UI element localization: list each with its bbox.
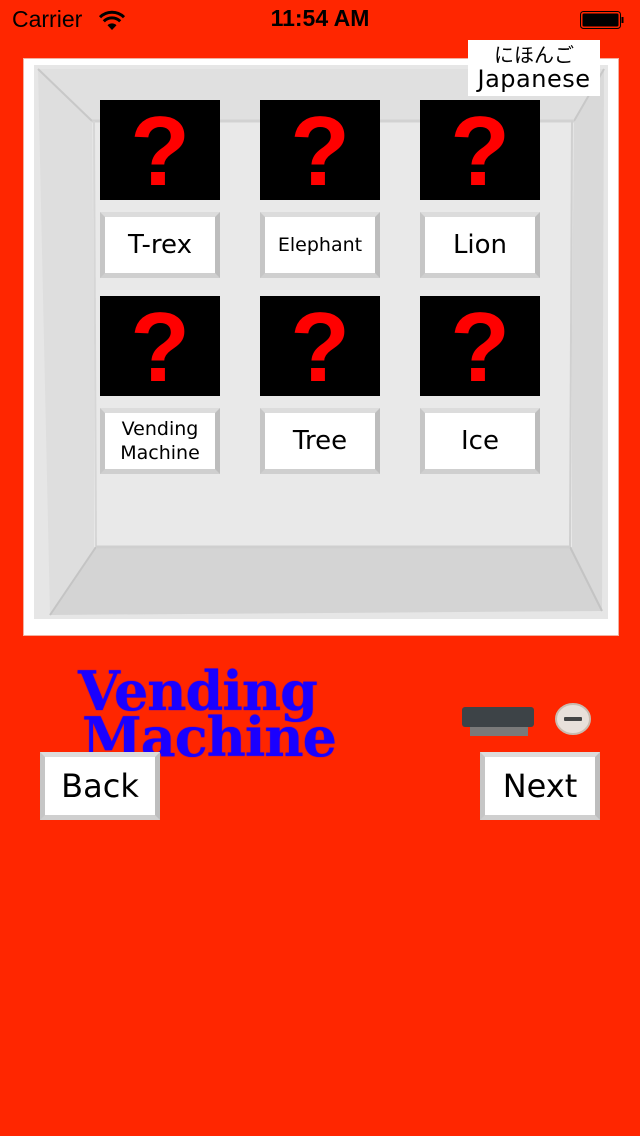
language-japanese-label: にほんご <box>494 43 574 67</box>
item-slot: ? Elephant <box>260 100 380 278</box>
language-english-label: Japanese <box>477 65 591 93</box>
item-image-unknown[interactable]: ? <box>260 100 380 200</box>
question-mark-icon: ? <box>130 96 190 206</box>
question-mark-icon: ? <box>450 96 510 206</box>
item-slot: ? T-rex <box>100 100 220 278</box>
item-slot: ? Tree <box>260 296 380 474</box>
vending-machine-logo: Vending Machine <box>78 664 368 764</box>
item-slot: ? Ice <box>420 296 540 474</box>
item-image-unknown[interactable]: ? <box>420 100 540 200</box>
item-image-unknown[interactable]: ? <box>420 296 540 396</box>
item-image-unknown[interactable]: ? <box>100 296 220 396</box>
question-mark-icon: ? <box>290 96 350 206</box>
clock: 11:54 AM <box>270 5 370 31</box>
item-image-unknown[interactable]: ? <box>100 100 220 200</box>
coin-icon[interactable] <box>554 702 592 736</box>
item-image-unknown[interactable]: ? <box>260 296 380 396</box>
item-button-lion[interactable]: Lion <box>420 212 540 278</box>
battery-icon <box>580 11 624 29</box>
status-bar: Carrier 11:54 AM <box>0 0 640 40</box>
coin-slot-icon <box>462 707 534 736</box>
question-mark-icon: ? <box>290 292 350 402</box>
item-button-elephant[interactable]: Elephant <box>260 212 380 278</box>
question-mark-icon: ? <box>450 292 510 402</box>
item-button-vending-machine[interactable]: Vending Machine <box>100 408 220 474</box>
item-button-t-rex[interactable]: T-rex <box>100 212 220 278</box>
language-toggle-button[interactable]: にほんご Japanese <box>468 40 600 96</box>
next-button[interactable]: Next <box>480 752 600 820</box>
item-button-tree[interactable]: Tree <box>260 408 380 474</box>
question-mark-icon: ? <box>130 292 190 402</box>
item-slot: ? Lion <box>420 100 540 278</box>
item-slot: ? Vending Machine <box>100 296 220 474</box>
item-button-ice[interactable]: Ice <box>420 408 540 474</box>
back-button[interactable]: Back <box>40 752 160 820</box>
